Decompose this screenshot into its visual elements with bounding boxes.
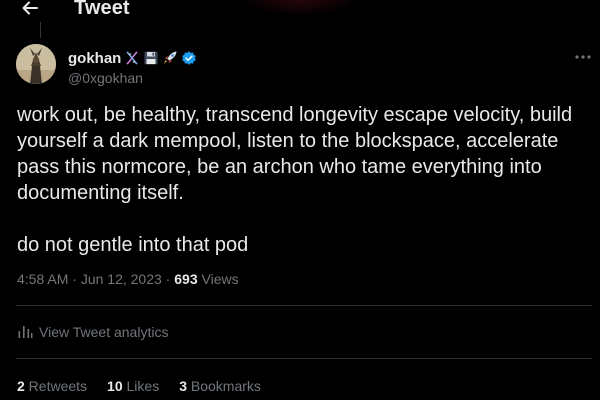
avatar[interactable]: [16, 44, 56, 84]
tweet-paragraph: do not gentle into that pod: [17, 234, 249, 256]
retweets-count: 2: [17, 378, 25, 394]
retweets-stat[interactable]: 2 Retweets: [17, 378, 87, 394]
likes-count: 10: [107, 378, 123, 394]
verified-badge-icon: [181, 50, 197, 66]
bookmarks-label: Bookmarks: [187, 378, 261, 394]
author-name-row: gokhan: [68, 48, 197, 68]
tweet-paragraph: work out, be healthy, transcend longevit…: [17, 104, 573, 204]
divider: [16, 305, 592, 306]
tweet-text: work out, be healthy, transcend longevit…: [17, 102, 597, 258]
thread-line: [40, 22, 41, 38]
dna-icon: [124, 50, 140, 66]
page-title: Tweet: [74, 0, 130, 19]
author-handle[interactable]: @0xgokhan: [68, 70, 143, 86]
meta-separator: ·: [68, 271, 81, 287]
arrow-left-icon: [22, 1, 38, 15]
divider: [16, 358, 592, 359]
floppy-disk-icon: [143, 50, 159, 66]
header-bar: Tweet: [0, 0, 600, 22]
tweet-meta: 4:58 AM · Jun 12, 2023 · 693 Views: [17, 271, 239, 287]
bookmarks-count: 3: [179, 378, 187, 394]
tweet-time[interactable]: 4:58 AM: [17, 271, 68, 287]
avatar-image: [16, 44, 56, 84]
likes-stat[interactable]: 10 Likes: [107, 378, 159, 394]
tweet-page: Tweet gokhan @0xgokhan work out, be heal…: [0, 0, 600, 400]
bar-chart-icon: [18, 326, 33, 338]
analytics-label: View Tweet analytics: [39, 324, 169, 340]
tweet-date[interactable]: Jun 12, 2023: [81, 271, 162, 287]
likes-label: Likes: [122, 378, 160, 394]
engagement-stats: 2 Retweets 10 Likes 3 Bookmarks: [17, 378, 261, 394]
retweets-label: Retweets: [24, 378, 88, 394]
header-glow: [240, 0, 360, 16]
meta-separator: ·: [161, 271, 175, 287]
views-label: Views: [197, 271, 239, 287]
back-button[interactable]: [16, 0, 44, 22]
author-name[interactable]: gokhan: [68, 50, 121, 67]
views-count: 693: [174, 271, 198, 287]
view-analytics-link[interactable]: View Tweet analytics: [17, 324, 168, 340]
rocket-icon: [162, 50, 178, 66]
more-horizontal-icon: [575, 55, 591, 59]
more-options-button[interactable]: [572, 48, 594, 66]
bookmarks-stat[interactable]: 3 Bookmarks: [179, 378, 261, 394]
